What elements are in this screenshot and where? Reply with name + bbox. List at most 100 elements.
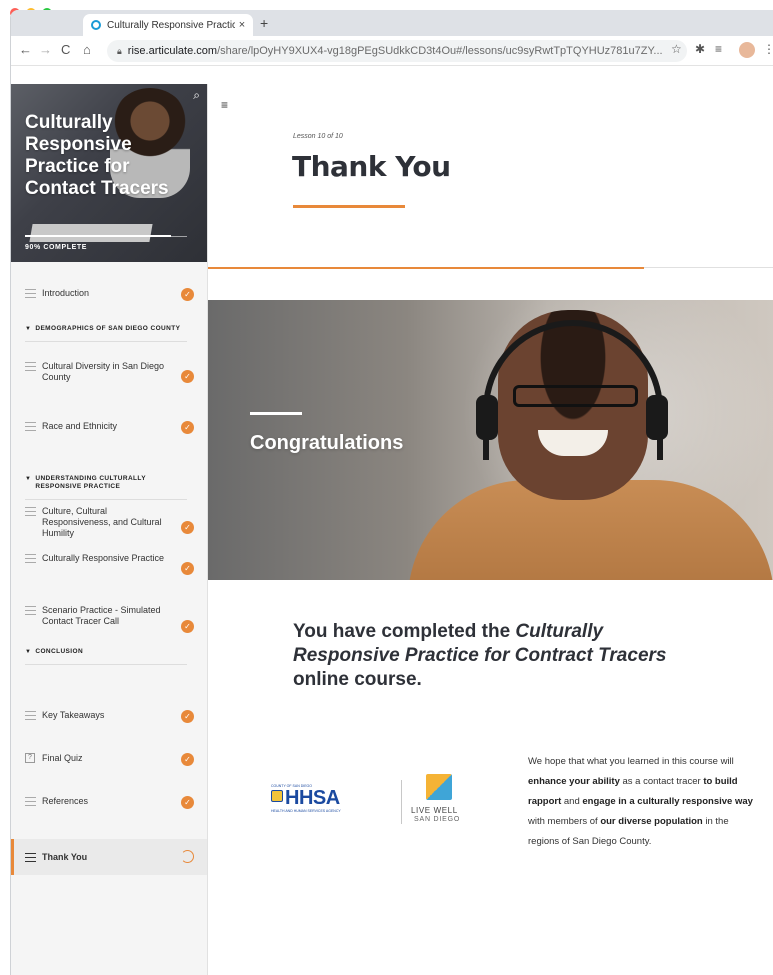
- lesson-lines-icon: [25, 797, 36, 806]
- banner-heading: Congratulations: [250, 432, 404, 454]
- lesson-label: Introduction: [42, 288, 90, 298]
- course-progress-text: 90% COMPLETE: [25, 244, 88, 251]
- url-host: rise.articulate.com: [127, 45, 218, 57]
- complete-check-icon: ✓: [181, 752, 194, 766]
- section-header[interactable]: ▼ DEMOGRAPHICS OF SAN DIEGO COUNTY: [25, 325, 187, 333]
- bookmark-star-icon[interactable]: ☆: [671, 42, 682, 56]
- section-header[interactable]: ▼ CONCLUSION: [25, 648, 187, 656]
- reading-list-icon[interactable]: ≡: [715, 42, 722, 56]
- lesson-item-scenario-practice-simulated-contact-tracer-call[interactable]: Scenario Practice - Simulated Contact Tr…: [11, 605, 207, 627]
- menu-icon[interactable]: ≡: [221, 98, 228, 112]
- headset-ear-left: [476, 395, 498, 440]
- quiz-icon: ?: [25, 753, 35, 763]
- lesson-title: Thank You: [292, 150, 451, 183]
- reload-icon[interactable]: C: [61, 42, 70, 57]
- lesson-lines-icon: [25, 362, 36, 371]
- complete-check-icon: ✓: [181, 420, 194, 434]
- lesson-label: Race and Ethnicity: [42, 421, 118, 431]
- caret-down-icon: ▼: [25, 649, 32, 655]
- hero-photo-laptop: [29, 224, 153, 242]
- partner-logos: COUNTY OF SAN DIEGO HHSA HEALTH AND HUMA…: [271, 774, 471, 844]
- lesson-label: Key Takeaways: [42, 710, 105, 720]
- section-label: UNDERSTANDING CULTURALLY RESPONSIVE PRAC…: [35, 475, 146, 490]
- search-icon[interactable]: ⌕: [193, 88, 200, 103]
- caret-down-icon: ▼: [25, 326, 32, 332]
- completion-prefix: You have completed the: [293, 621, 516, 642]
- lesson-progress-fill: [208, 267, 644, 269]
- lesson-label: Final Quiz: [42, 753, 83, 763]
- complete-check-icon: ✓: [181, 287, 194, 301]
- closing-paragraph: We hope that what you learned in this co…: [528, 752, 758, 852]
- lesson-lines-icon: [25, 289, 36, 298]
- complete-check-icon: ✓: [181, 709, 194, 723]
- extensions-icon[interactable]: ✱: [695, 42, 705, 56]
- section-divider: [25, 341, 187, 342]
- lesson-item-key-takeaways[interactable]: Key Takeaways: [11, 710, 207, 721]
- lesson-lines-icon: [25, 853, 36, 862]
- course-sidebar: Culturally Responsive Practice for Conta…: [11, 84, 208, 975]
- browser-toolbar: ← → C ⌂ 🔒︎ rise.articulate.com /share/lp…: [11, 36, 773, 66]
- completion-suffix: online course.: [293, 669, 422, 690]
- live-well-logo-icon: [426, 774, 452, 800]
- lesson-number: Lesson 10 of 10: [293, 133, 343, 140]
- lesson-lines-icon: [25, 507, 36, 516]
- back-icon[interactable]: ←: [19, 42, 32, 57]
- section-label: DEMOGRAPHICS OF SAN DIEGO COUNTY: [35, 325, 181, 332]
- lesson-item-race-and-ethnicity[interactable]: Race and Ethnicity: [11, 421, 207, 432]
- tab-strip: Culturally Responsive Practice × +: [11, 10, 773, 36]
- profile-avatar[interactable]: [739, 42, 755, 58]
- complete-check-icon: ✓: [181, 370, 194, 383]
- section-label: CONCLUSION: [35, 648, 84, 655]
- hhsa-subtitle: HEALTH AND HUMAN SERVICES AGENCY: [271, 809, 341, 813]
- closing-emphasis: engage in a culturally responsive way: [582, 796, 753, 807]
- new-tab-button[interactable]: +: [260, 15, 268, 31]
- county-seal-icon: [271, 790, 283, 802]
- headset-ear-right: [646, 395, 668, 440]
- lesson-item-final-quiz[interactable]: ? Final Quiz: [11, 753, 207, 764]
- live-well-label: LIVE WELL: [411, 806, 458, 815]
- browser-menu-icon[interactable]: ⋮: [763, 42, 773, 56]
- congratulations-banner: Congratulations: [208, 300, 773, 580]
- lock-icon: 🔒︎: [117, 45, 122, 56]
- hhsa-logo: HHSA: [285, 787, 340, 809]
- banner-photo-glasses: [513, 385, 638, 407]
- lesson-lines-icon: [25, 554, 36, 563]
- lesson-item-culturally-responsive-practice[interactable]: Culturally Responsive Practice: [11, 553, 207, 564]
- complete-check-icon: ✓: [181, 795, 194, 809]
- closing-emphasis: enhance your ability: [528, 776, 620, 787]
- tab-title: Culturally Responsive Practice: [107, 19, 235, 31]
- lesson-item-references[interactable]: References: [11, 796, 207, 807]
- course-progress-fill: [25, 235, 171, 237]
- lesson-item-culture-cultural-responsiveness-and-cultural-humility[interactable]: Culture, Cultural Responsiveness, and Cu…: [11, 506, 207, 539]
- lesson-item-cultural-diversity-in-san-diego-county[interactable]: Cultural Diversity in San Diego County: [11, 361, 207, 383]
- lesson-label: Cultural Diversity in San Diego County: [42, 361, 165, 382]
- tab-close-icon[interactable]: ×: [235, 19, 249, 31]
- closing-text: and: [561, 796, 583, 807]
- lesson-item-thank-you[interactable]: Thank You: [11, 839, 207, 875]
- home-icon[interactable]: ⌂: [83, 42, 91, 57]
- lesson-label: Culturally Responsive Practice: [42, 553, 165, 563]
- complete-check-icon: ✓: [181, 520, 194, 534]
- articulate-favicon-icon: [91, 20, 101, 30]
- address-bar[interactable]: 🔒︎ rise.articulate.com /share/lpOyHY9XUX…: [107, 40, 687, 62]
- section-header[interactable]: ▼ UNDERSTANDING CULTURALLY RESPONSIVE PRA…: [25, 475, 187, 491]
- lesson-item-introduction[interactable]: Introduction: [11, 288, 207, 299]
- closing-text: with members of: [528, 816, 601, 827]
- lesson-progress-bar: [208, 267, 773, 269]
- complete-check-icon: ✓: [181, 619, 194, 633]
- course-hero: Culturally Responsive Practice for Conta…: [11, 84, 207, 262]
- banner-accent-line: [250, 412, 302, 415]
- lesson-lines-icon: [25, 422, 36, 431]
- forward-icon[interactable]: →: [39, 42, 52, 57]
- section-divider: [25, 664, 187, 665]
- complete-check-icon: ✓: [181, 562, 194, 575]
- lesson-label: Thank You: [42, 851, 88, 862]
- browser-tab[interactable]: Culturally Responsive Practice ×: [83, 14, 253, 36]
- course-progress-bar: [25, 235, 187, 237]
- lesson-content: ≡ Lesson 10 of 10 Thank You Congratulati…: [208, 84, 773, 975]
- completion-message: You have completed the Culturally Respon…: [293, 620, 713, 692]
- url-path: /share/lpOyHY9XUX4-vg18gPEgSUdkkCD3t4Ou#…: [217, 45, 663, 57]
- browser-window: Culturally Responsive Practice × + ← → C…: [10, 10, 773, 975]
- title-accent-bar: [293, 205, 405, 208]
- closing-emphasis: our diverse population: [600, 816, 703, 827]
